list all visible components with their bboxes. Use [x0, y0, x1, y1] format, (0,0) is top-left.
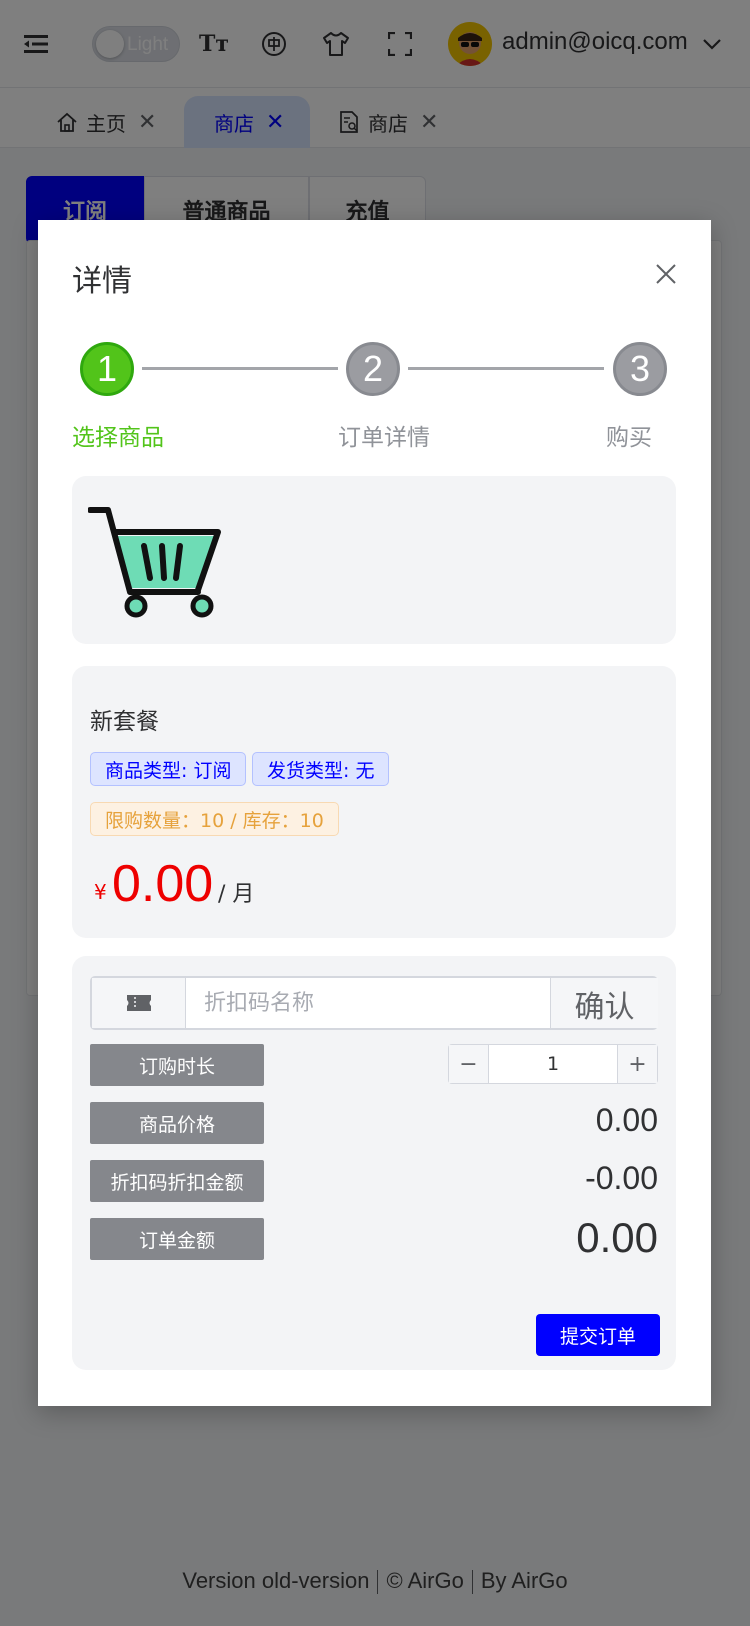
footer-version: Version old-version [182, 1568, 370, 1593]
order-panel: 确认 订购时长 − 1 + 商品价格 0.00 折扣码折扣金额 -0.00 订单… [72, 956, 676, 1370]
duration-value[interactable]: 1 [489, 1045, 617, 1083]
product-info-panel: 新套餐 商品类型: 订阅 发货类型: 无 限购数量：10 / 库存：10 ¥ 0… [72, 666, 676, 938]
step-connector [408, 367, 604, 370]
duration-label: 订购时长 [90, 1044, 264, 1086]
step-1-label: 选择商品 [72, 425, 164, 451]
footer-author: By AirGo [480, 1568, 568, 1593]
page: Light Tт admin@oicq.com 主页 ✕ 商店 ✕ [0, 0, 750, 1626]
product-price: 0.00 [112, 855, 214, 913]
price-unit: / 月 [218, 882, 255, 907]
order-amount-value: 0.00 [576, 1214, 658, 1261]
ticket-icon [92, 978, 186, 1028]
dialog-title: 详情 [72, 264, 132, 299]
order-amount-label: 订单金额 [90, 1218, 264, 1260]
step-2-label: 订单详情 [338, 425, 430, 451]
quota-stock-tag: 限购数量：10 / 库存：10 [90, 802, 339, 836]
goods-type-tag: 商品类型: 订阅 [90, 752, 247, 786]
step-2-circle: 2 [346, 342, 400, 396]
close-icon[interactable] [652, 260, 680, 288]
currency-symbol: ¥ [94, 880, 107, 904]
duration-stepper: − 1 + [448, 1044, 658, 1084]
footer: Version old-version © AirGo By AirGo [0, 1568, 750, 1595]
footer-divider [377, 1570, 379, 1595]
product-image-panel [72, 476, 676, 644]
coupon-confirm-button[interactable]: 确认 [550, 978, 658, 1028]
footer-copyright: © AirGo [386, 1568, 464, 1593]
step-3-label: 购买 [606, 425, 652, 451]
discount-amount-value: -0.00 [585, 1160, 658, 1196]
coupon-input-group: 确认 [90, 976, 658, 1030]
footer-divider [471, 1570, 473, 1595]
step-1-circle: 1 [80, 342, 134, 396]
coupon-code-input[interactable] [186, 978, 550, 1028]
goods-price-label: 商品价格 [90, 1102, 264, 1144]
goods-price-value: 0.00 [595, 1102, 658, 1138]
detail-dialog: 详情 1 2 3 选择商品 订单详情 购买 新套餐 商品类型: 订阅 发货类型:… [38, 220, 711, 1406]
discount-amount-label: 折扣码折扣金额 [90, 1160, 264, 1202]
step-3-circle: 3 [613, 342, 667, 396]
product-name: 新套餐 [90, 709, 159, 735]
decrement-button[interactable]: − [449, 1045, 489, 1083]
shopping-cart-icon [88, 507, 221, 618]
increment-button[interactable]: + [617, 1045, 657, 1083]
submit-order-button[interactable]: 提交订单 [536, 1314, 660, 1356]
step-connector [142, 367, 338, 370]
delivery-type-tag: 发货类型: 无 [252, 752, 390, 786]
